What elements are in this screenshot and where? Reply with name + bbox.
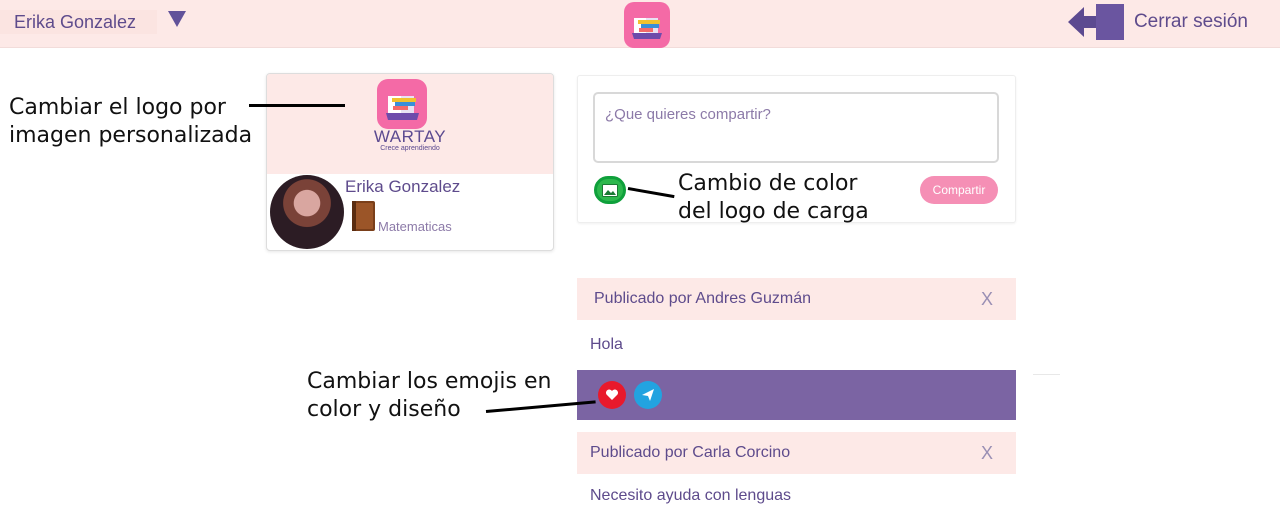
- annotation-pointer: [249, 104, 345, 107]
- subject-label: Matematicas: [378, 219, 452, 234]
- close-icon[interactable]: X: [981, 443, 993, 464]
- close-icon[interactable]: X: [981, 289, 993, 310]
- annotation-emoji: Cambiar los emojis en color y diseño: [307, 368, 551, 424]
- dropdown-caret-icon[interactable]: [168, 11, 186, 27]
- post-actions: [577, 370, 1016, 420]
- user-menu[interactable]: Erika Gonzalez: [0, 10, 157, 34]
- post-header: Publicado por Andres Guzmán X: [577, 278, 1016, 320]
- annotation-line: Cambiar los emojis en: [307, 369, 552, 394]
- post-author: Publicado por Andres Guzmán: [594, 290, 812, 307]
- annotation-line: del logo de carga: [678, 199, 869, 224]
- send-reaction-button[interactable]: [634, 381, 662, 409]
- brand-name: WARTAY: [373, 127, 447, 146]
- logout-label: Cerrar sesión: [1133, 11, 1248, 32]
- post-text: Hola: [577, 320, 1016, 370]
- avatar[interactable]: [270, 175, 344, 249]
- post-text: Necesito ayuda con lenguas: [577, 474, 1016, 518]
- annotation-line: Cambio de color: [678, 171, 858, 196]
- paper-plane-icon: [642, 389, 654, 401]
- annotation-logo: Cambiar el logo por imagen personalizada: [9, 94, 252, 150]
- app-logo-icon[interactable]: [624, 2, 670, 48]
- annotation-upload: Cambio de color del logo de carga: [678, 170, 869, 226]
- share-input[interactable]: [593, 92, 999, 163]
- post-header: Publicado por Carla Corcino X: [577, 432, 1016, 474]
- heart-icon: [605, 389, 619, 400]
- image-icon: [602, 183, 618, 197]
- profile-name[interactable]: Erika Gonzalez: [345, 177, 460, 197]
- top-bar: Erika Gonzalez Cerrar sesión: [0, 0, 1280, 48]
- profile-banner: WARTAY Crece aprendiendo: [267, 74, 553, 174]
- logout-button[interactable]: Cerrar sesión: [1067, 3, 1248, 41]
- heart-reaction-button[interactable]: [598, 381, 626, 409]
- annotation-line: imagen personalizada: [9, 123, 253, 148]
- post-author: Publicado por Carla Corcino: [590, 444, 791, 461]
- book-icon: [352, 201, 375, 231]
- brand-logo-icon[interactable]: [377, 79, 427, 129]
- brand-tagline: Crece aprendiendo: [380, 145, 440, 152]
- annotation-line: Cambiar el logo por: [9, 95, 226, 120]
- user-name: Erika Gonzalez: [14, 11, 137, 32]
- share-button[interactable]: Compartir: [920, 176, 998, 204]
- image-upload-button[interactable]: [594, 176, 626, 204]
- profile-card: WARTAY Crece aprendiendo Erika Gonzalez …: [266, 73, 554, 251]
- logout-arrow-icon: [1067, 4, 1124, 40]
- divider: [1033, 374, 1060, 375]
